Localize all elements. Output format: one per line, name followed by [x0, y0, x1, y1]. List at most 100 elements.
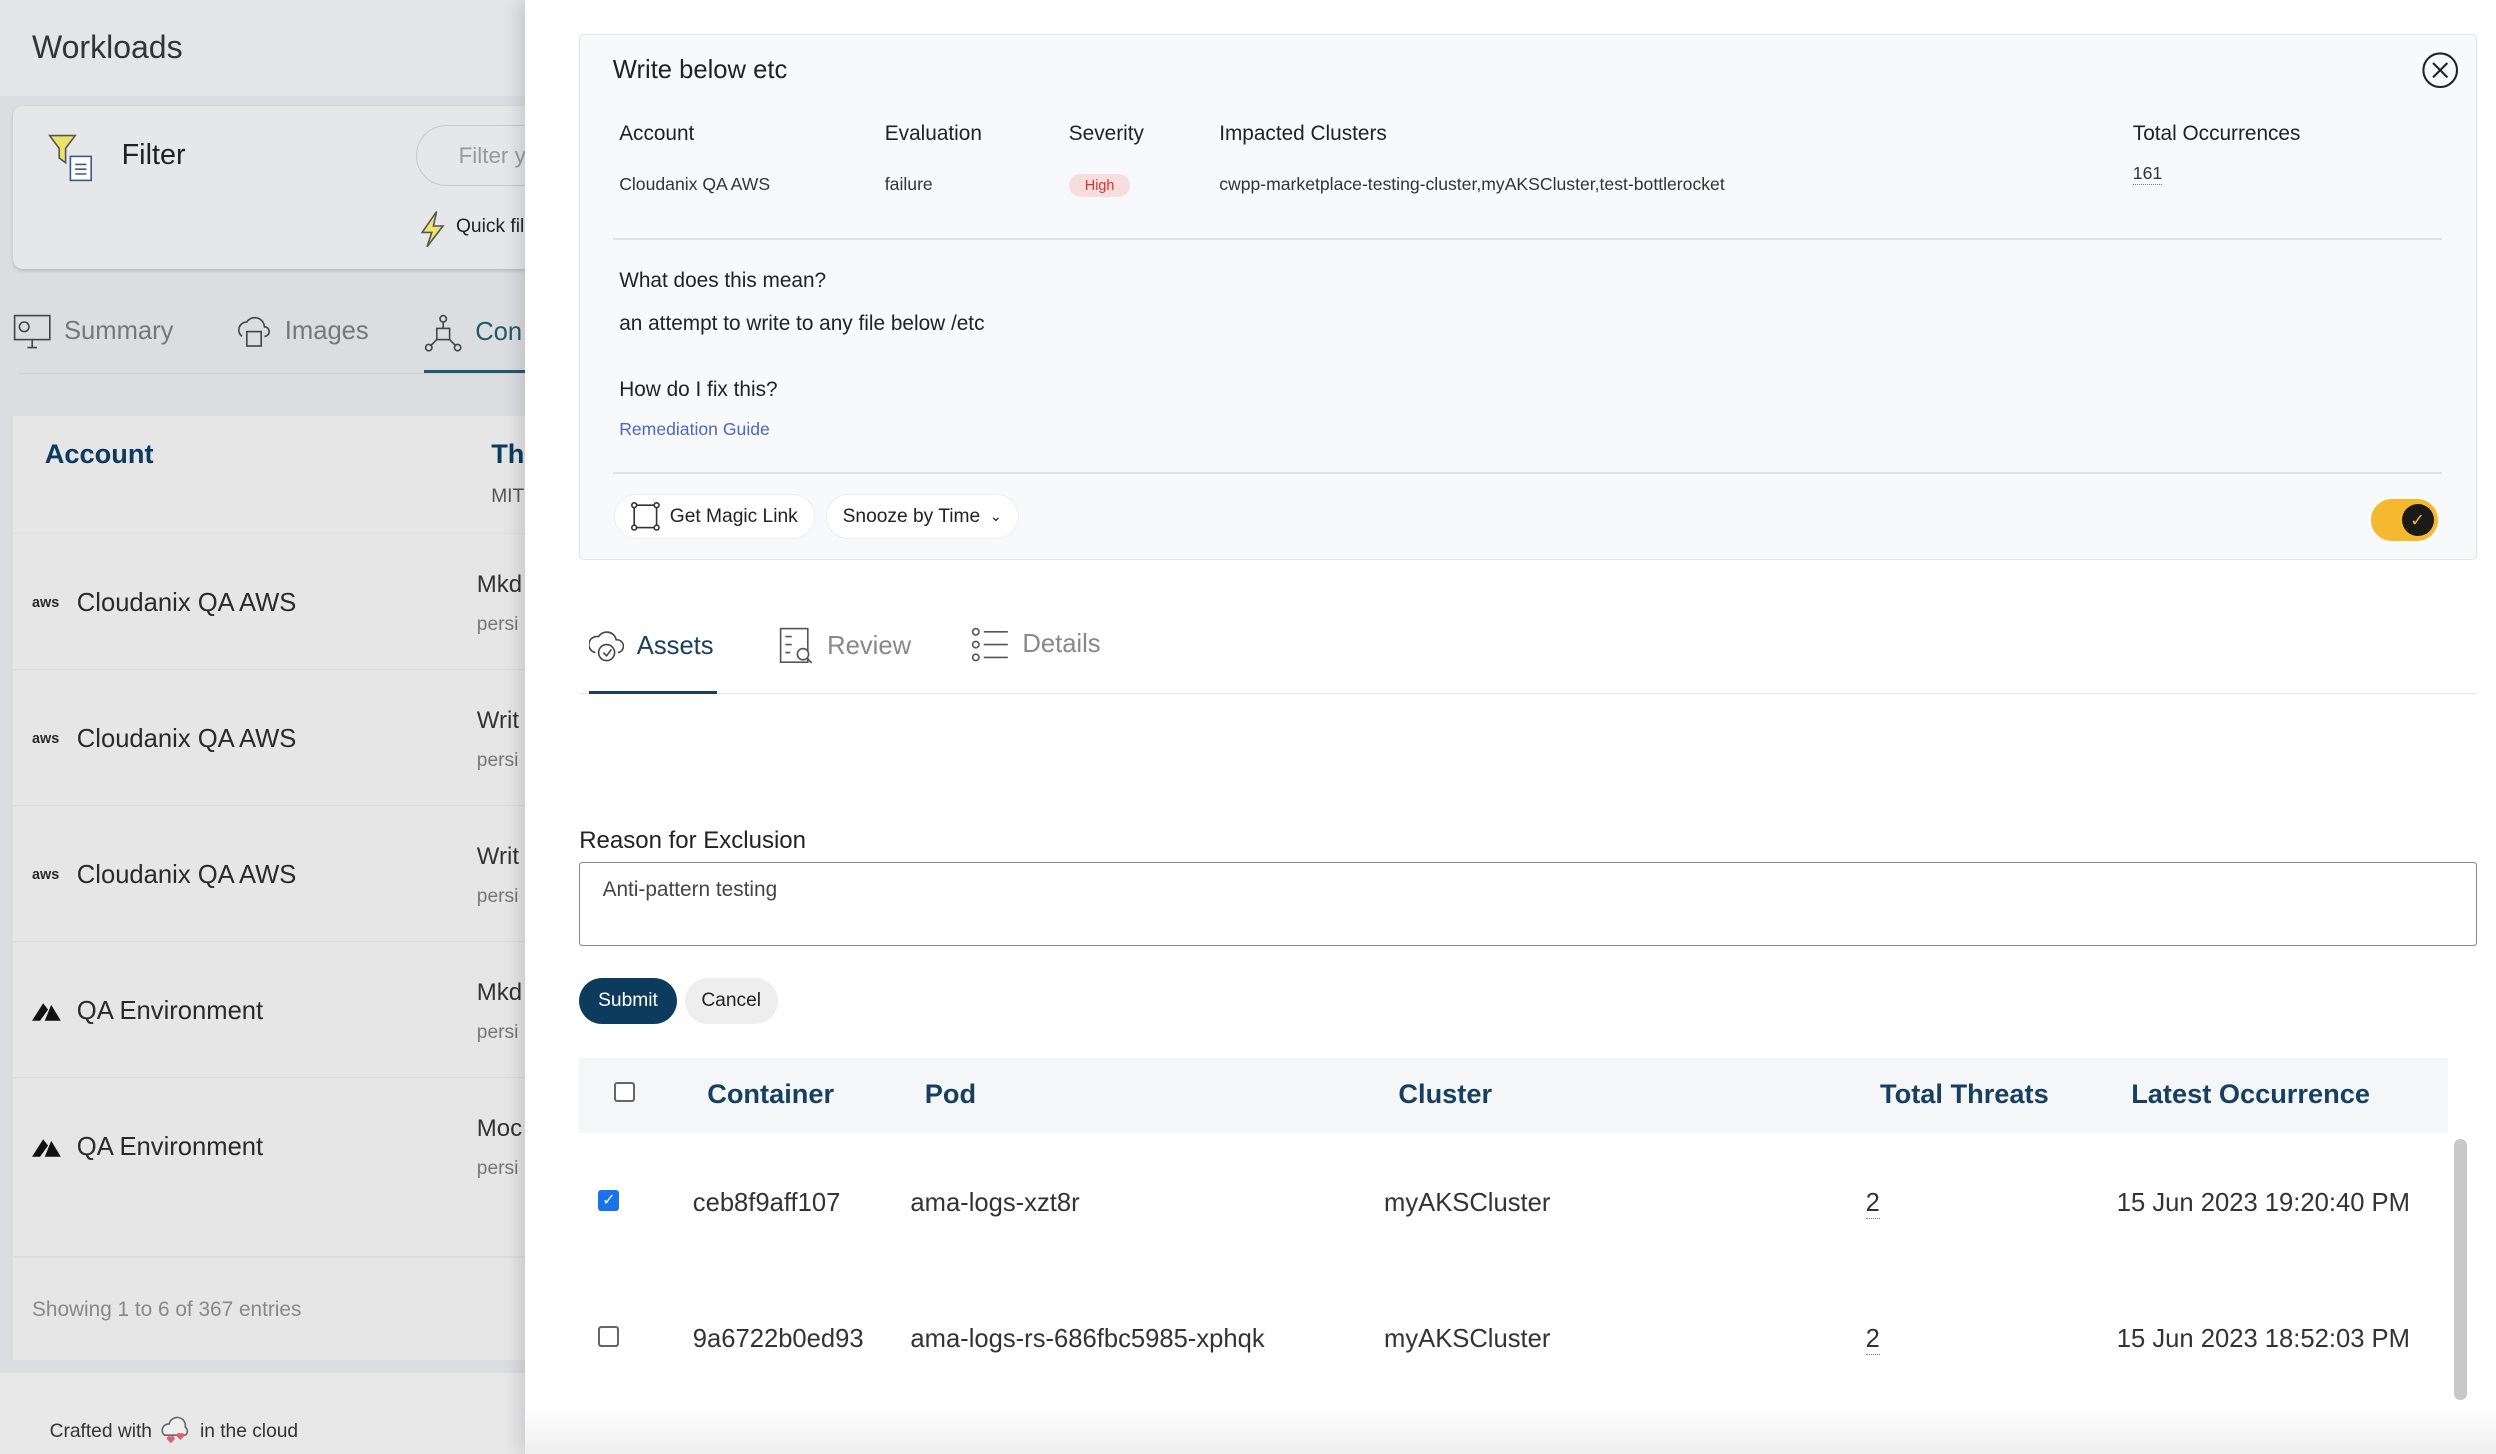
row-checkbox-checked[interactable]: ✓ [598, 1190, 619, 1211]
cluster-name: myAKSCluster [1384, 1189, 1550, 1218]
azure-icon [32, 1000, 61, 1022]
list-icon [971, 627, 1009, 662]
col-threat-sub: MIT [491, 486, 524, 508]
threat-sub: persi [477, 886, 519, 908]
account-name: Cloudanix QA AWS [77, 589, 297, 618]
scrollbar[interactable] [2454, 1139, 2467, 1400]
cloud-check-icon [589, 627, 624, 665]
row-divider [13, 1256, 525, 1258]
cluster-name: myAKSCluster [1384, 1325, 1550, 1354]
col-latest-occurrence[interactable]: Latest Occurrence [2131, 1078, 2370, 1110]
quick-filter-button[interactable]: Quick fil [456, 216, 524, 238]
threat-count[interactable]: 2 [1866, 1325, 1880, 1355]
tab-divider [579, 693, 2477, 695]
select-all-checkbox[interactable] [614, 1082, 635, 1103]
pod-name: ama-logs-rs-686fbc5985-xphqk [910, 1325, 1264, 1354]
table-row[interactable]: aws Cloudanix QA AWS [32, 589, 296, 618]
filter-label: Filter [122, 139, 186, 172]
page-title: Workloads [32, 29, 183, 66]
tab-review[interactable]: Review [779, 627, 911, 665]
footer-text: Crafted with in the cloud [50, 1416, 298, 1448]
table-row[interactable]: awsCloudanix QA AWS [32, 725, 296, 754]
active-tab-underline [589, 691, 717, 694]
aws-icon: aws [32, 731, 61, 747]
lightning-icon [419, 210, 448, 248]
footer-post: in the cloud [200, 1421, 298, 1443]
header-clusters: Impacted Clusters [1219, 122, 1387, 146]
col-total-threats[interactable]: Total Threats [1880, 1078, 2049, 1110]
monitor-chart-icon [13, 314, 51, 349]
divider [613, 238, 2442, 240]
account-name: QA Environment [77, 1133, 263, 1162]
header-divider [13, 533, 525, 535]
tab-containers[interactable]: Con [424, 314, 522, 352]
tab-label: Details [1022, 630, 1100, 659]
reason-label: Reason for Exclusion [579, 827, 806, 855]
filter-icon [48, 134, 93, 182]
threat-name: Moc [477, 1115, 522, 1143]
col-cluster[interactable]: Cluster [1398, 1078, 1492, 1110]
document-search-icon [779, 627, 814, 665]
row-divider [13, 805, 525, 807]
threat-sub: persi [477, 1158, 519, 1180]
app-root: Workloads Filter Filter y Quick fil Summ… [0, 0, 2496, 1454]
account-name: QA Environment [77, 997, 263, 1026]
table-row[interactable]: QA Environment [32, 997, 263, 1026]
tab-images[interactable]: Images [234, 314, 369, 349]
chevron-down-icon: ⌄ [990, 509, 1002, 525]
tab-label: Images [285, 317, 369, 346]
cloud-heart-icon [158, 1416, 193, 1448]
reason-textarea[interactable]: Anti-pattern testing [579, 862, 2477, 945]
divider [613, 472, 2442, 474]
threat-name: Writ [477, 707, 519, 735]
snooze-dropdown[interactable]: Snooze by Time⌄ [826, 494, 1019, 539]
magic-link-label: Get Magic Link [670, 506, 798, 528]
header-severity: Severity [1069, 122, 1144, 146]
bottom-fade [525, 1408, 2496, 1454]
value-clusters: cwpp-marketplace-testing-cluster,myAKSCl… [1219, 174, 1725, 195]
submit-button[interactable]: Submit [579, 978, 677, 1024]
value-occurrences[interactable]: 161 [2133, 163, 2162, 185]
threat-name: Mkd [477, 571, 522, 599]
header-account: Account [619, 122, 694, 146]
tab-summary[interactable]: Summary [13, 314, 174, 349]
toggle-switch[interactable]: ✓ [2371, 499, 2438, 541]
tab-details[interactable]: Details [971, 627, 1100, 662]
threat-sub: persi [477, 1022, 519, 1044]
aws-icon: aws [32, 595, 61, 611]
row-checkbox[interactable] [598, 1326, 619, 1347]
aws-icon: aws [32, 867, 61, 883]
cancel-button[interactable]: Cancel [685, 978, 778, 1024]
footer-pre: Crafted with [50, 1421, 152, 1443]
table-row[interactable]: aws Cloudanix QA AWS [32, 861, 296, 890]
tab-label: Assets [637, 632, 714, 661]
tab-label: Con [475, 318, 522, 347]
value-evaluation: failure [885, 174, 933, 195]
meaning-title: What does this mean? [619, 269, 826, 293]
network-cube-icon [424, 314, 462, 352]
container-id: 9a6722b0ed93 [693, 1325, 864, 1354]
fix-title: How do I fix this? [619, 378, 777, 402]
close-icon[interactable] [2421, 51, 2459, 89]
tab-label: Review [827, 632, 911, 661]
get-magic-link-button[interactable]: Get Magic Link [614, 494, 814, 539]
col-container[interactable]: Container [707, 1078, 834, 1110]
remediation-guide-link[interactable]: Remediation Guide [619, 419, 770, 440]
threat-name: Mkd [477, 979, 522, 1007]
threat-sub: persi [477, 750, 519, 772]
table-row[interactable]: QA Environment [32, 1133, 263, 1162]
filter-input[interactable]: Filter y [416, 125, 525, 186]
workloads-background-page: Workloads Filter Filter y Quick fil Summ… [0, 0, 525, 1454]
tab-divider [19, 373, 525, 375]
tab-label: Summary [64, 317, 174, 346]
cloud-image-icon [234, 314, 272, 349]
account-name: Cloudanix QA AWS [77, 861, 297, 890]
check-icon: ✓ [2402, 504, 2434, 536]
latest-occurrence: 15 Jun 2023 18:52:03 PM [2117, 1325, 2410, 1354]
meaning-text: an attempt to write to any file below /e… [619, 312, 984, 336]
col-pod[interactable]: Pod [925, 1078, 976, 1110]
threat-count[interactable]: 2 [1866, 1189, 1880, 1219]
tab-assets[interactable]: Assets [589, 627, 714, 665]
threat-summary-card [579, 34, 2477, 560]
header-evaluation: Evaluation [885, 122, 982, 146]
